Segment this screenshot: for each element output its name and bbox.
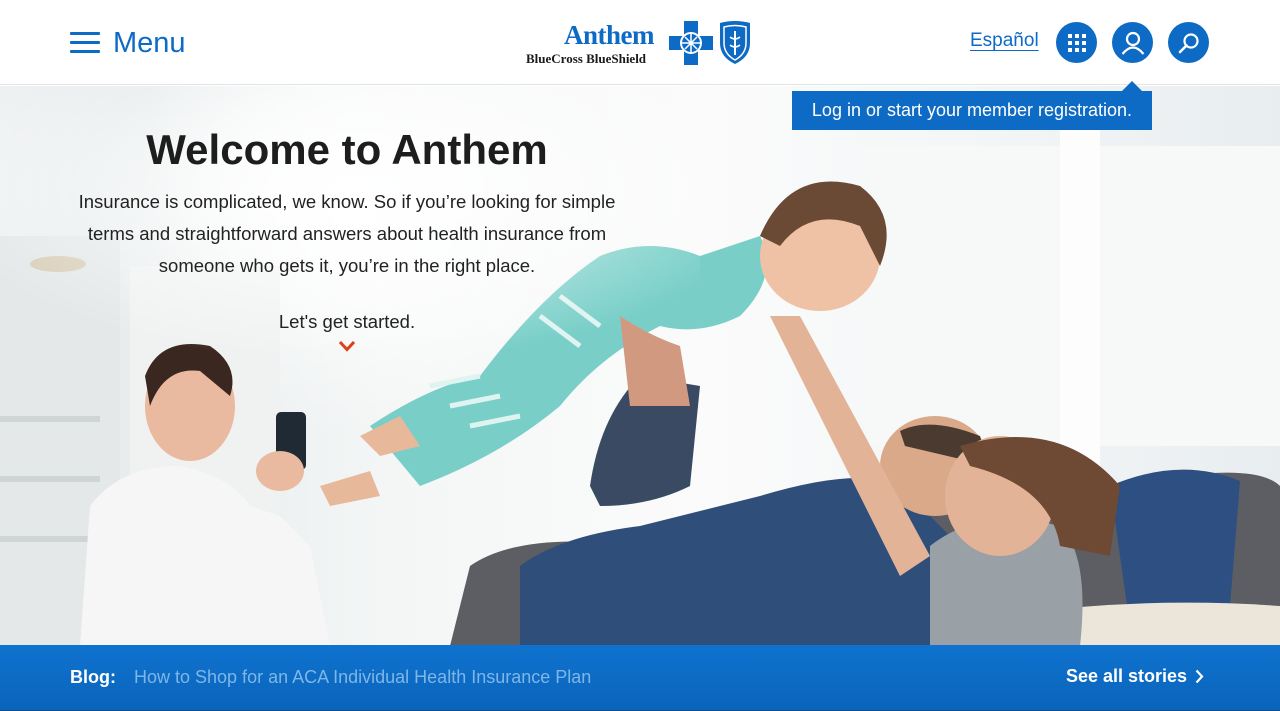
site-header: Menu Anthem BlueCross BlueShield Español xyxy=(0,0,1280,85)
menu-button[interactable]: Menu xyxy=(70,24,186,62)
apps-grid-icon xyxy=(1067,33,1086,52)
menu-label: Menu xyxy=(113,26,186,59)
see-all-stories-link[interactable]: See all stories xyxy=(1066,666,1204,687)
search-button[interactable] xyxy=(1168,22,1209,63)
blog-bar: Blog: How to Shop for an ACA Individual … xyxy=(0,645,1280,710)
hero-intro: Insurance is complicated, we know. So if… xyxy=(78,191,616,276)
login-button[interactable] xyxy=(1112,22,1153,63)
blog-headline-link[interactable]: How to Shop for an ACA Individual Health… xyxy=(134,667,591,688)
hamburger-icon xyxy=(70,32,100,54)
blog-label: Blog: xyxy=(70,667,116,687)
blue-shield-icon xyxy=(720,21,750,64)
login-tooltip[interactable]: Log in or start your member registration… xyxy=(792,81,1152,130)
search-icon xyxy=(1178,32,1199,53)
hero-section: Welcome to Anthem Insurance is complicat… xyxy=(0,86,1280,646)
anthem-logo[interactable]: Anthem BlueCross BlueShield xyxy=(526,20,756,68)
get-started-link[interactable]: Let's get started. xyxy=(60,311,634,333)
chevron-right-icon xyxy=(1195,669,1204,684)
tooltip-text: Log in or start your member registration… xyxy=(811,100,1133,120)
logo-wordmark: Anthem xyxy=(564,20,655,50)
see-all-label: See all stories xyxy=(1066,666,1188,686)
page: Menu Anthem BlueCross BlueShield Español xyxy=(0,0,1280,711)
user-account-icon xyxy=(1121,31,1144,55)
blue-cross-icon xyxy=(669,21,713,65)
logo-subtext: BlueCross BlueShield xyxy=(526,51,647,66)
hero-title: Welcome to Anthem xyxy=(146,126,548,173)
chevron-down-icon[interactable] xyxy=(339,341,355,352)
espanol-link[interactable]: Español xyxy=(970,30,1039,52)
apps-button[interactable] xyxy=(1056,22,1097,63)
